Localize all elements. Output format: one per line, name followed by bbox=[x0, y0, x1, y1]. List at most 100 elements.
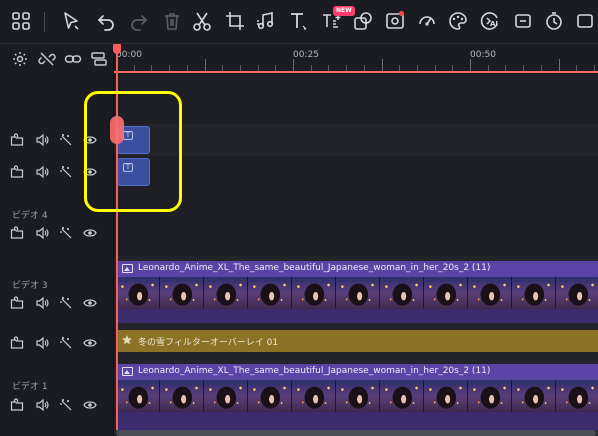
image-icon bbox=[122, 367, 133, 376]
magic-wand-icon[interactable] bbox=[59, 398, 73, 412]
lane-empty-top bbox=[114, 76, 598, 124]
video-clip-header: Leonardo_Anime_XL_The_same_beautiful_Jap… bbox=[116, 364, 598, 380]
magic-wand-icon[interactable] bbox=[59, 336, 73, 350]
link-icon[interactable] bbox=[64, 50, 82, 68]
magic-wand-icon[interactable] bbox=[59, 226, 73, 240]
ruler-tick bbox=[204, 59, 206, 71]
track-controls-video-1 bbox=[0, 398, 114, 416]
ruler-tick bbox=[470, 59, 471, 71]
ruler-label-25: 00:25 bbox=[293, 50, 319, 60]
ruler-tick bbox=[363, 65, 365, 71]
ruler-tick bbox=[399, 65, 401, 71]
lane-video-4[interactable] bbox=[114, 188, 598, 256]
auto-reframe-icon[interactable] bbox=[512, 10, 534, 32]
timeline-toolbar: NEW AI bbox=[0, 0, 598, 44]
speed-icon[interactable] bbox=[416, 10, 438, 32]
magic-wand-icon[interactable] bbox=[59, 296, 73, 310]
redo-icon[interactable] bbox=[128, 10, 150, 32]
image-icon bbox=[122, 264, 133, 273]
video-clip-audio-strip bbox=[116, 309, 598, 323]
horizontal-scrollbar[interactable] bbox=[116, 430, 598, 436]
video-clip-title: Leonardo_Anime_XL_The_same_beautiful_Jap… bbox=[138, 263, 491, 273]
audio-icon[interactable] bbox=[255, 10, 277, 32]
ruler-label-50: 00:50 bbox=[470, 50, 496, 60]
effect-icon bbox=[121, 334, 133, 346]
eye-icon[interactable] bbox=[83, 336, 97, 350]
ruler-tick bbox=[505, 65, 507, 71]
ruler-tick bbox=[186, 65, 188, 71]
time-ruler[interactable]: 00:00 00:25 00:50 bbox=[114, 44, 598, 76]
folder-lock-icon[interactable] bbox=[10, 336, 24, 350]
unlink-icon[interactable] bbox=[38, 50, 56, 68]
undo-icon[interactable] bbox=[95, 10, 117, 32]
cut-icon[interactable] bbox=[191, 10, 213, 32]
video-clip-lower[interactable]: Leonardo_Anime_XL_The_same_beautiful_Jap… bbox=[116, 364, 598, 430]
ruler-tick bbox=[222, 65, 224, 71]
lane-title-2[interactable] bbox=[114, 156, 598, 188]
ruler-tick bbox=[239, 65, 241, 71]
video-clip-thumbnails bbox=[116, 277, 598, 309]
ruler-tick bbox=[416, 65, 418, 71]
speaker-icon[interactable] bbox=[35, 226, 49, 240]
track-name-video-3: ビデオ 3 bbox=[12, 281, 48, 291]
timer-icon[interactable] bbox=[543, 10, 565, 32]
delete-icon[interactable] bbox=[161, 10, 183, 32]
ruler-tick bbox=[593, 65, 595, 71]
ruler-tick bbox=[452, 65, 454, 71]
settings-icon[interactable] bbox=[11, 50, 29, 68]
notification-dot bbox=[399, 11, 404, 16]
folder-lock-icon[interactable] bbox=[10, 296, 24, 310]
ruler-tick bbox=[346, 65, 348, 71]
folder-lock-icon[interactable] bbox=[10, 398, 24, 412]
magic-wand-icon[interactable] bbox=[59, 165, 73, 179]
pointer-icon[interactable] bbox=[60, 10, 82, 32]
ruler-tick bbox=[151, 65, 153, 71]
folder-lock-icon[interactable] bbox=[10, 133, 24, 147]
folder-lock-icon[interactable] bbox=[10, 165, 24, 179]
effect-clip[interactable]: 冬の雪フィルターオーバーレイ 01 bbox=[116, 330, 598, 352]
track-controls-effect bbox=[0, 336, 114, 354]
ruler-baseline bbox=[114, 71, 598, 73]
speaker-icon[interactable] bbox=[35, 296, 49, 310]
crop-icon[interactable] bbox=[224, 10, 246, 32]
speaker-icon[interactable] bbox=[35, 165, 49, 179]
track-name-video-1: ビデオ 1 bbox=[12, 382, 48, 392]
annotation-highlight-box bbox=[84, 91, 182, 212]
eye-icon[interactable] bbox=[83, 296, 97, 310]
color-palette-icon[interactable] bbox=[447, 10, 469, 32]
video-clip-header: Leonardo_Anime_XL_The_same_beautiful_Jap… bbox=[116, 261, 598, 277]
lane-title-1[interactable] bbox=[114, 124, 598, 156]
speaker-icon[interactable] bbox=[35, 133, 49, 147]
ruler-tick bbox=[540, 65, 542, 71]
ruler-tick bbox=[257, 65, 259, 71]
video-clip-audio-strip bbox=[116, 412, 598, 430]
ruler-tick bbox=[434, 65, 436, 71]
eye-icon[interactable] bbox=[83, 398, 97, 412]
track-controls-video-4 bbox=[0, 226, 114, 244]
speaker-icon[interactable] bbox=[35, 398, 49, 412]
text-icon[interactable] bbox=[287, 10, 309, 32]
ruler-tick bbox=[169, 65, 171, 71]
shape-icon[interactable] bbox=[352, 10, 374, 32]
scrollbar-thumb[interactable] bbox=[116, 430, 596, 436]
folder-lock-icon[interactable] bbox=[10, 226, 24, 240]
ruler-tick bbox=[487, 65, 489, 71]
speaker-icon[interactable] bbox=[35, 336, 49, 350]
ruler-tick bbox=[275, 65, 277, 71]
ruler-tick bbox=[328, 65, 330, 71]
video-clip-title: Leonardo_Anime_XL_The_same_beautiful_Jap… bbox=[138, 366, 491, 376]
video-clip-thumbnails bbox=[116, 380, 598, 412]
playhead-handle[interactable] bbox=[113, 44, 121, 54]
ruler-tick bbox=[310, 65, 312, 71]
magic-wand-icon[interactable] bbox=[59, 133, 73, 147]
ruler-tick bbox=[558, 59, 560, 71]
track-controls-video-3 bbox=[0, 296, 114, 314]
more-tools-icon[interactable] bbox=[575, 10, 597, 32]
grid-icon[interactable] bbox=[10, 10, 32, 32]
ruler-tick bbox=[293, 59, 294, 71]
eye-icon[interactable] bbox=[83, 226, 97, 240]
ruler-tick bbox=[133, 65, 135, 71]
video-clip-upper[interactable]: Leonardo_Anime_XL_The_same_beautiful_Jap… bbox=[116, 261, 598, 323]
ruler-tick bbox=[381, 59, 383, 71]
add-track-icon[interactable] bbox=[90, 50, 108, 68]
